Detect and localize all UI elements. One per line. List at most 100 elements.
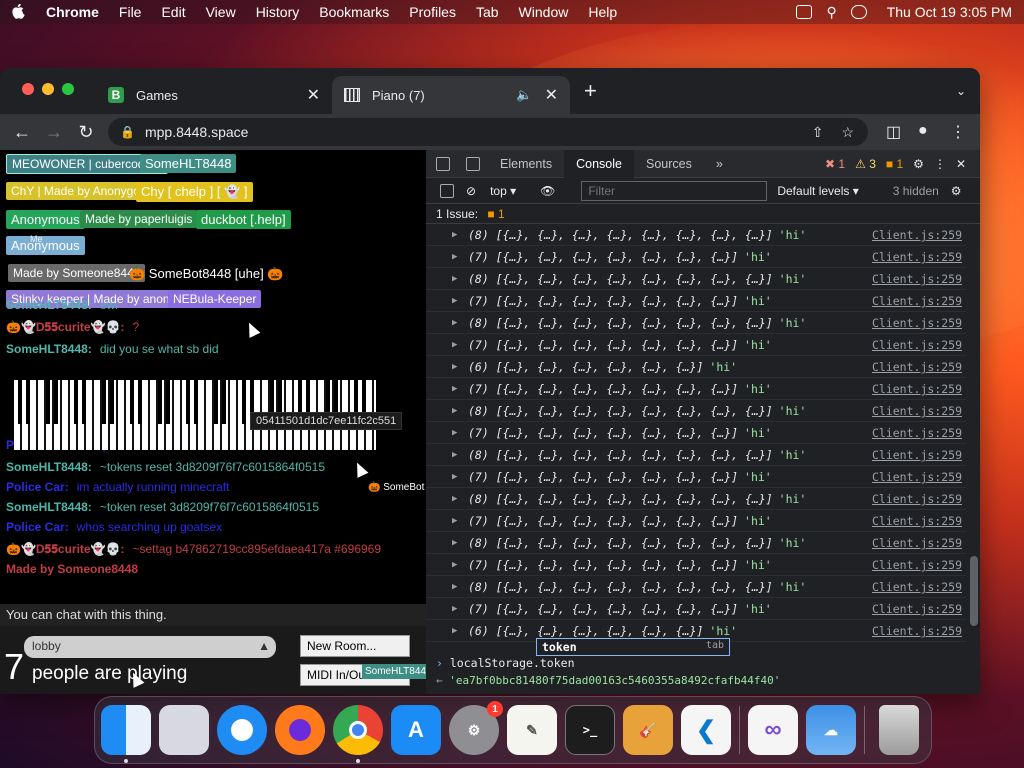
devtools-menu-icon[interactable]: ⋮ xyxy=(934,157,946,171)
garageband-icon[interactable]: 🎸 xyxy=(623,705,673,755)
console-settings-gear-icon[interactable]: ⚙ xyxy=(951,184,962,198)
chat-username[interactable]: SomeHLT8448: xyxy=(6,298,92,312)
console-log-row[interactable]: ▶ (7) [{…}, {…}, {…}, {…}, {…}, {…}, {…}]… xyxy=(426,290,966,312)
bookmark-star-icon[interactable]: ☆ xyxy=(841,124,854,141)
console-source-link[interactable]: Client.js:259 xyxy=(872,510,962,532)
clear-console-icon[interactable]: ⊘ xyxy=(466,184,476,198)
tab-close-icon[interactable]: ✕ xyxy=(307,85,320,105)
expand-triangle-icon[interactable]: ▶ xyxy=(452,334,457,356)
sidebar-toggle-icon[interactable] xyxy=(440,183,454,198)
expand-triangle-icon[interactable]: ▶ xyxy=(452,620,457,642)
chat-username[interactable]: SomeHLT8448: xyxy=(6,460,92,474)
console-source-link[interactable]: Client.js:259 xyxy=(872,378,962,400)
console-source-link[interactable]: Client.js:259 xyxy=(872,642,962,646)
expand-triangle-icon[interactable]: ▶ xyxy=(452,246,457,268)
console-source-link[interactable]: Client.js:259 xyxy=(872,598,962,620)
menu-window[interactable]: Window xyxy=(519,4,569,20)
finder-icon[interactable] xyxy=(101,705,151,763)
menu-clock[interactable]: Thu Oct 19 3:05 PM xyxy=(887,4,1012,20)
console-log-row[interactable]: ▶ (7) [{…}, {…}, {…}, {…}, {…}, {…}, {…}]… xyxy=(426,334,966,356)
devtools-close-icon[interactable]: ✕ xyxy=(956,157,966,171)
log-levels-select[interactable]: Default levels ▾ xyxy=(777,184,858,198)
expand-triangle-icon[interactable]: ▶ xyxy=(452,444,457,466)
share-icon[interactable]: ⇧ xyxy=(812,124,824,141)
console-log-row[interactable]: ▶ (8) [{…}, {…}, {…}, {…}, {…}, {…}, {…},… xyxy=(426,576,966,598)
window-zoom-button[interactable] xyxy=(62,83,74,95)
expand-triangle-icon[interactable]: ▶ xyxy=(452,532,457,554)
system-settings-icon[interactable]: ⚙ 1 xyxy=(449,701,503,755)
chat-username[interactable]: Police Car: xyxy=(6,520,69,534)
menu-view[interactable]: View xyxy=(206,4,236,20)
expand-triangle-icon[interactable]: ▶ xyxy=(452,268,457,290)
back-arrow-icon[interactable]: ← xyxy=(6,122,38,143)
lock-icon[interactable]: 🔒 xyxy=(120,125,135,139)
console-log-row[interactable]: ▶ (8) [{…}, {…}, {…}, {…}, {…}, {…}, {…},… xyxy=(426,224,966,246)
expand-triangle-icon[interactable]: ▶ xyxy=(452,422,457,444)
tab-sources[interactable]: Sources xyxy=(634,150,704,178)
new-room-button[interactable]: New Room... xyxy=(300,635,410,657)
console-log-row[interactable]: ▶ (7) [{…}, {…}, {…}, {…}, {…}, {…}, {…}]… xyxy=(426,554,966,576)
console-log-row[interactable]: ▶ (7) [{…}, {…}, {…}, {…}, {…}, {…}, {…}]… xyxy=(426,422,966,444)
user-badge[interactable]: 🎃 SomeBot8448 [uhe] 🎃 xyxy=(124,264,289,284)
expand-triangle-icon[interactable]: ▶ xyxy=(452,224,457,246)
expand-triangle-icon[interactable]: ▶ xyxy=(452,642,457,646)
console-filter-input[interactable] xyxy=(581,180,768,201)
spotlight-search-icon[interactable]: ⚲ xyxy=(826,4,836,21)
console-log-row[interactable]: ▶ (8) [{…}, {…}, {…}, {…}, {…}, {…}, {…},… xyxy=(426,532,966,554)
menu-tab[interactable]: Tab xyxy=(476,4,499,20)
console-source-link[interactable]: Client.js:259 xyxy=(872,466,962,488)
context-select[interactable]: top ▾ xyxy=(490,184,516,198)
console-prompt[interactable]: › localStorage.token xyxy=(426,656,980,674)
window-close-button[interactable] xyxy=(22,83,34,95)
expand-triangle-icon[interactable]: ▶ xyxy=(452,576,457,598)
console-source-link[interactable]: Client.js:259 xyxy=(872,312,962,334)
tab-console[interactable]: Console xyxy=(564,149,634,178)
weather-icon[interactable]: ☁ xyxy=(806,705,856,755)
console-source-link[interactable]: Client.js:259 xyxy=(872,334,962,356)
error-count[interactable]: ✖ 1 xyxy=(825,157,845,171)
console-source-link[interactable]: Client.js:259 xyxy=(872,224,962,246)
app-store-icon[interactable]: A xyxy=(391,705,441,755)
console-log-row[interactable]: ▶ (8) [{…}, {…}, {…}, {…}, {…}, {…}, {…},… xyxy=(426,312,966,334)
new-tab-button[interactable]: + xyxy=(584,80,597,102)
expand-triangle-icon[interactable]: ▶ xyxy=(452,488,457,510)
console-log-row[interactable]: ▶ (7) [{…}, {…}, {…}, {…}, {…}, {…}, {…}]… xyxy=(426,378,966,400)
issue-count[interactable]: ■ 1 xyxy=(886,157,903,171)
terminal-icon[interactable]: >_ xyxy=(565,705,615,755)
expand-triangle-icon[interactable]: ▶ xyxy=(452,466,457,488)
chat-username[interactable]: Police Car: xyxy=(6,480,69,494)
chat-username[interactable]: Made by Someone8448 xyxy=(6,562,138,576)
menu-bookmarks[interactable]: Bookmarks xyxy=(319,4,389,20)
console-source-link[interactable]: Client.js:259 xyxy=(872,422,962,444)
console-source-link[interactable]: Client.js:259 xyxy=(872,246,962,268)
tab-piano[interactable]: Piano (7) 🔈 ✕ xyxy=(332,76,570,114)
console-source-link[interactable]: Client.js:259 xyxy=(872,576,962,598)
menu-file[interactable]: File xyxy=(119,4,142,20)
console-log-row[interactable]: ▶ (8) [{…}, {…}, {…}, {…}, {…}, {…}, {…},… xyxy=(426,444,966,466)
window-minimize-button[interactable] xyxy=(42,83,54,95)
profile-avatar-icon[interactable]: ● xyxy=(918,122,928,140)
console-source-link[interactable]: Client.js:259 xyxy=(872,268,962,290)
expand-triangle-icon[interactable]: ▶ xyxy=(452,598,457,620)
reload-icon[interactable]: ↻ xyxy=(70,122,102,143)
user-badge[interactable]: Anonymous xyxy=(6,210,85,229)
console-source-link[interactable]: Client.js:259 xyxy=(872,554,962,576)
chat-username[interactable]: SomeHLT8448: xyxy=(6,500,92,514)
console-log-row[interactable]: ▶ (8) [{…}, {…}, {…}, {…}, {…}, {…}, {…},… xyxy=(426,488,966,510)
inspect-element-icon[interactable] xyxy=(436,156,450,171)
trash-icon[interactable] xyxy=(879,705,919,755)
console-source-link[interactable]: Client.js:259 xyxy=(872,488,962,510)
console-log-row[interactable]: ▶ (7) [{…}, {…}, {…}, {…}, {…}, {…}, {…}]… xyxy=(426,466,966,488)
chat-input[interactable]: You can chat with this thing. xyxy=(0,604,426,626)
user-badge[interactable]: 🎃 SomeBot xyxy=(368,482,424,493)
firefox-icon[interactable] xyxy=(275,705,325,755)
expand-triangle-icon[interactable]: ▶ xyxy=(452,290,457,312)
console-source-link[interactable]: Client.js:259 xyxy=(872,290,962,312)
console-source-link[interactable]: Client.js:259 xyxy=(872,532,962,554)
screen-mirroring-icon[interactable] xyxy=(796,5,813,19)
expand-triangle-icon[interactable]: ▶ xyxy=(452,312,457,334)
expand-triangle-icon[interactable]: ▶ xyxy=(452,400,457,422)
issues-bar[interactable]: 1 Issue: ■ 1 xyxy=(426,204,980,224)
address-bar[interactable]: 🔒 mpp.8448.space ⇧ ☆ xyxy=(108,118,868,146)
launchpad-icon[interactable] xyxy=(159,705,209,755)
